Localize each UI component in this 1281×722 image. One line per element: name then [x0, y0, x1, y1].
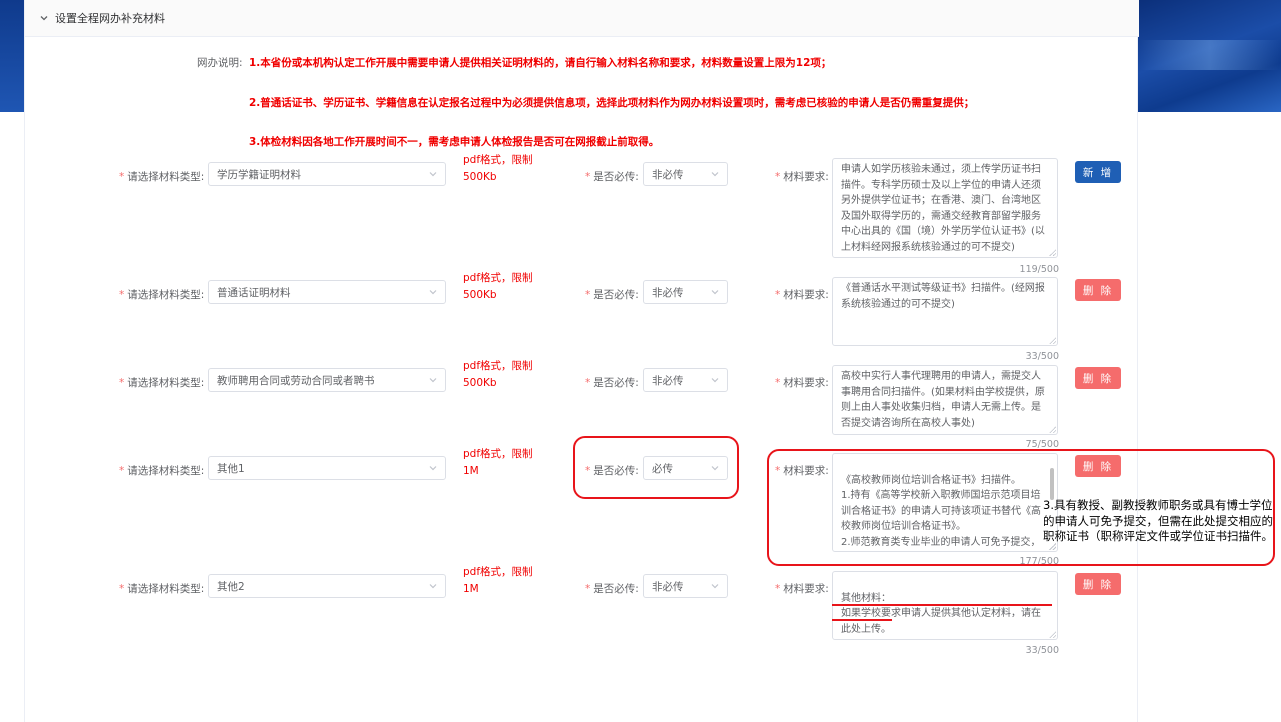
- material-row: * 请选择材料类型: 其他2 pdf格式，限制 1M * 是否必传: 非必传 * 材料要…: [25, 566, 1139, 676]
- chevron-down-icon[interactable]: [37, 11, 51, 25]
- chevron-down-icon: [711, 172, 719, 177]
- required-select[interactable]: 非必传: [643, 368, 728, 392]
- requirement-textarea[interactable]: 申请人如学历核验未通过，须上传学历证书扫描件。专科学历硕士及以上学位的申请人还须…: [832, 158, 1058, 258]
- resize-handle[interactable]: [1049, 249, 1056, 256]
- material-type-select[interactable]: 教师聘用合同或劳动合同或者聘书: [208, 368, 446, 392]
- annotation-underline: [832, 619, 892, 621]
- type-label: * 请选择材料类型:: [119, 171, 205, 183]
- annotation-box-required: [573, 436, 739, 499]
- chevron-down-icon: [711, 584, 719, 589]
- required-label: * 是否必传:: [585, 583, 639, 595]
- material-type-value: 学历学籍证明材料: [217, 168, 301, 181]
- chevron-down-icon: [429, 172, 437, 177]
- requirement-label: * 材料要求:: [775, 583, 829, 595]
- background-decoration-left: [0, 0, 24, 112]
- format-hint: pdf格式，限制 1M: [463, 566, 533, 595]
- annotation-callout-text: 3.具有教授、副教授教师职务或具有博士学位的申请人可免予提交，但需在此处提交相应…: [1043, 498, 1273, 543]
- requirement-textarea[interactable]: 《普通话水平测试等级证书》扫描件。(经网报系统核验通过的可不提交): [832, 277, 1058, 346]
- required-value: 非必传: [652, 580, 684, 593]
- requirement-text: 高校中实行人事代理聘用的申请人，需提交人事聘用合同扫描件。(如果材料由学校提供，…: [841, 371, 1045, 429]
- requirement-label: * 材料要求:: [775, 377, 829, 389]
- requirement-text: 其他材料： 如果学校要求申请人提供其他认定材料，请在此处上传。: [841, 592, 1041, 635]
- required-select[interactable]: 非必传: [643, 574, 728, 598]
- type-label: * 请选择材料类型:: [119, 377, 205, 389]
- requirement-label: * 材料要求:: [775, 171, 829, 183]
- format-hint: pdf格式，限制 500Kb: [463, 154, 533, 183]
- notes-label: 网办说明:: [197, 57, 243, 69]
- material-type-select[interactable]: 学历学籍证明材料: [208, 162, 446, 186]
- panel-title: 设置全程网办补充材料: [55, 12, 165, 25]
- resize-handle[interactable]: [1049, 426, 1056, 433]
- chevron-down-icon: [711, 378, 719, 383]
- note-3: 3.体检材料因各地工作开展时间不一，需考虑申请人体检报告是否可在网报截止前取得。: [249, 136, 660, 148]
- delete-button[interactable]: 删 除: [1075, 279, 1121, 301]
- required-select[interactable]: 非必传: [643, 280, 728, 304]
- required-value: 非必传: [652, 374, 684, 387]
- requirement-text: 《普通话水平测试等级证书》扫描件。(经网报系统核验通过的可不提交): [841, 283, 1045, 310]
- chevron-down-icon: [429, 378, 437, 383]
- requirement-text: 申请人如学历核验未通过，须上传学历证书扫描件。专科学历硕士及以上学位的申请人还须…: [841, 164, 1045, 253]
- required-select[interactable]: 非必传: [643, 162, 728, 186]
- material-type-select[interactable]: 其他1: [208, 456, 446, 480]
- delete-button[interactable]: 删 除: [1075, 367, 1121, 389]
- annotation-underline: [832, 604, 1052, 606]
- format-hint: pdf格式，限制 1M: [463, 448, 533, 477]
- required-value: 非必传: [652, 168, 684, 181]
- material-type-select[interactable]: 其他2: [208, 574, 446, 598]
- add-button[interactable]: 新 增: [1075, 161, 1121, 183]
- resize-handle[interactable]: [1049, 337, 1056, 344]
- material-row: * 请选择材料类型: 学历学籍证明材料 pdf格式，限制 500Kb * 是否必传: …: [25, 153, 1139, 275]
- type-label: * 请选择材料类型:: [119, 289, 205, 301]
- required-label: * 是否必传:: [585, 289, 639, 301]
- material-type-value: 普通话证明材料: [217, 286, 291, 299]
- note-2: 2.普通话证书、学历证书、学籍信息在认定报名过程中为必须提供信息项，选择此项材料…: [249, 97, 975, 109]
- format-hint: pdf格式，限制 500Kb: [463, 272, 533, 301]
- material-type-value: 其他2: [217, 580, 245, 593]
- chevron-down-icon: [429, 584, 437, 589]
- requirement-label: * 材料要求:: [775, 289, 829, 301]
- material-type-select[interactable]: 普通话证明材料: [208, 280, 446, 304]
- material-type-value: 其他1: [217, 462, 245, 475]
- type-label: * 请选择材料类型:: [119, 583, 205, 595]
- material-type-value: 教师聘用合同或劳动合同或者聘书: [217, 374, 375, 387]
- collapse-panel-header[interactable]: 设置全程网办补充材料: [25, 0, 1139, 37]
- format-hint: pdf格式，限制 500Kb: [463, 360, 533, 389]
- requirement-textarea[interactable]: 高校中实行人事代理聘用的申请人，需提交人事聘用合同扫描件。(如果材料由学校提供，…: [832, 365, 1058, 435]
- required-value: 非必传: [652, 286, 684, 299]
- type-label: * 请选择材料类型:: [119, 465, 205, 477]
- required-label: * 是否必传:: [585, 171, 639, 183]
- chevron-down-icon: [429, 290, 437, 295]
- resize-handle[interactable]: [1049, 631, 1056, 638]
- delete-button[interactable]: 删 除: [1075, 573, 1121, 595]
- char-count: 33/500: [1025, 645, 1059, 656]
- supplementary-materials-card: 设置全程网办补充材料 网办说明: 1.本省份或本机构认定工作开展中需要申请人提供…: [24, 0, 1139, 722]
- required-label: * 是否必传:: [585, 377, 639, 389]
- note-1: 1.本省份或本机构认定工作开展中需要申请人提供相关证明材料的，请自行输入材料名称…: [249, 57, 832, 69]
- chevron-down-icon: [429, 466, 437, 471]
- background-decoration-right: [1138, 0, 1281, 112]
- chevron-down-icon: [711, 290, 719, 295]
